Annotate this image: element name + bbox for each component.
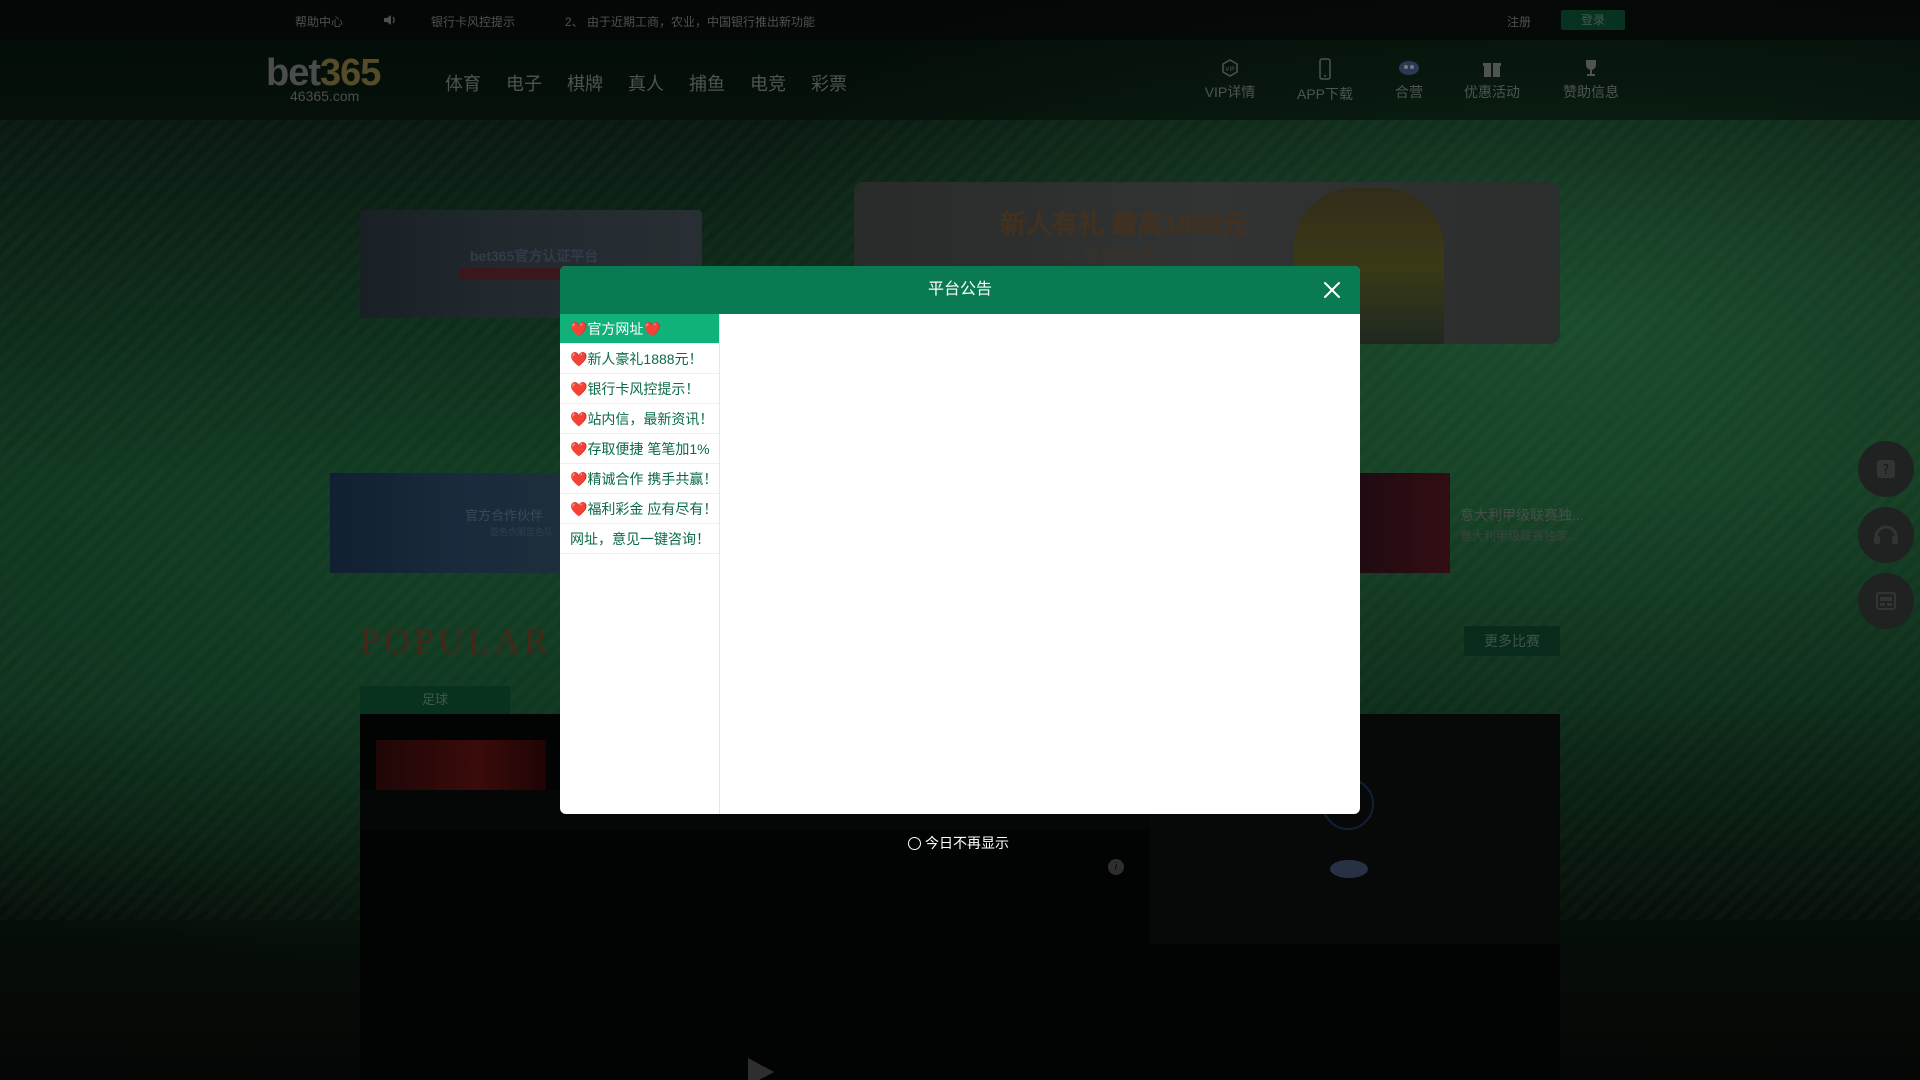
announcement-item-bank-risk[interactable]: ❤️银行卡风控提示！ xyxy=(560,374,719,404)
announcement-item-label: 网址，意见一键咨询！ xyxy=(570,531,710,547)
dont-show-today[interactable]: 今日不再显示 xyxy=(908,833,1009,853)
modal-header: 平台公告 xyxy=(560,266,1360,314)
announcement-list: ❤️官方网址❤️ ❤️新人豪礼1888元！ ❤️银行卡风控提示！ ❤️站内信，最… xyxy=(560,314,720,814)
heart-icon: ❤️ xyxy=(643,321,661,337)
announcement-modal: 平台公告 ❤️官方网址❤️ ❤️新人豪礼1888元！ ❤️银行卡风控提示！ ❤️… xyxy=(560,266,1360,814)
heart-icon: ❤️ xyxy=(570,471,588,487)
announcement-content xyxy=(721,314,1360,814)
announcement-item-messages[interactable]: ❤️站内信，最新资讯！ xyxy=(560,404,719,434)
announcement-item-label: 新人豪礼1888元！ xyxy=(587,351,703,367)
heart-icon: ❤️ xyxy=(570,321,588,337)
announcement-item-label: 精诚合作 携手共赢！ xyxy=(587,471,718,487)
announcement-item-label: 官方网址 xyxy=(587,321,644,337)
announcement-item-label: 存取便捷 笔笔加1% xyxy=(587,441,710,457)
radio-button[interactable] xyxy=(908,836,921,850)
announcement-item-cooperation[interactable]: ❤️精诚合作 携手共赢！ xyxy=(560,464,719,494)
announcement-item-deposit[interactable]: ❤️存取便捷 笔笔加1% xyxy=(560,434,719,464)
announcement-item-label: 站内信，最新资讯！ xyxy=(587,411,714,427)
heart-icon: ❤️ xyxy=(570,351,588,367)
heart-icon: ❤️ xyxy=(570,441,588,457)
heart-icon: ❤️ xyxy=(570,411,588,427)
announcement-item-label: 福利彩金 应有尽有！ xyxy=(587,501,718,517)
announcement-item-newbie-gift[interactable]: ❤️新人豪礼1888元！ xyxy=(560,344,719,374)
heart-icon: ❤️ xyxy=(570,501,588,517)
announcement-item-label: 银行卡风控提示！ xyxy=(587,381,700,397)
modal-title: 平台公告 xyxy=(927,281,992,298)
announcement-item-welfare[interactable]: ❤️福利彩金 应有尽有！ xyxy=(560,494,719,524)
announcement-item-consult[interactable]: 网址，意见一键咨询！ xyxy=(560,524,719,554)
heart-icon: ❤️ xyxy=(570,381,588,397)
dont-show-label: 今日不再显示 xyxy=(925,835,1009,851)
close-icon[interactable] xyxy=(1318,276,1346,304)
announcement-item-official-url[interactable]: ❤️官方网址❤️ xyxy=(560,314,719,344)
